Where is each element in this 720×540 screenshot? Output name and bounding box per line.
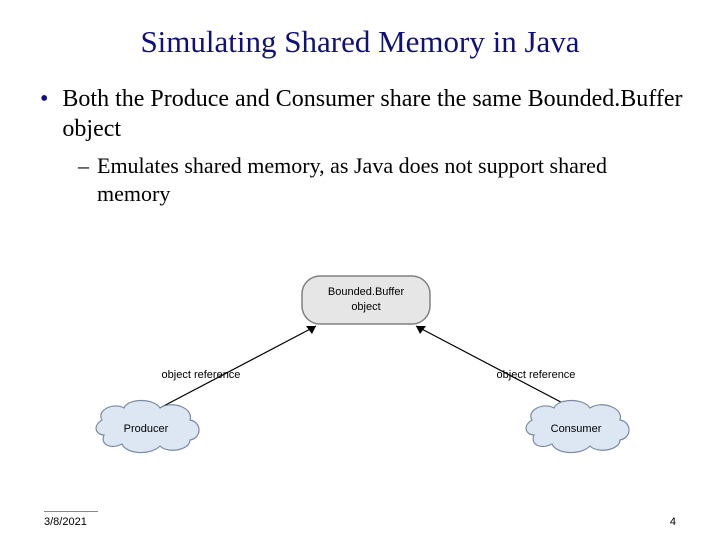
bullet-text: Both the Produce and Consumer share the … <box>62 84 684 144</box>
svg-text:object: object <box>351 301 380 313</box>
footer-date: 3/8/2021 <box>44 516 87 528</box>
diagram-top-line2: object <box>351 301 380 313</box>
slide-footer: 3/8/2021 4 <box>0 516 720 528</box>
sub-bullet-item: – Emulates shared memory, as Java does n… <box>78 152 684 208</box>
svg-text:Bounded.Buffer: Bounded.Buffer <box>328 286 405 298</box>
footer-page: 4 <box>670 516 676 528</box>
diagram-svg: Bounded.Buffer object object reference o… <box>86 270 646 470</box>
diagram-top-line1: Bounded.Buffer <box>328 286 405 298</box>
slide-content: • Both the Produce and Consumer share th… <box>0 60 720 208</box>
arrow-left-label: object reference <box>162 369 241 381</box>
bullet-item: • Both the Produce and Consumer share th… <box>36 84 684 144</box>
producer-label: Producer <box>124 423 169 435</box>
dash-icon: – <box>78 152 89 180</box>
arrow-right-label: object reference <box>497 369 576 381</box>
consumer-label: Consumer <box>551 423 602 435</box>
producer-cloud: Producer <box>96 401 199 453</box>
slide-title: Simulating Shared Memory in Java <box>0 0 720 60</box>
bullet-icon: • <box>40 84 48 114</box>
sub-bullet-text: Emulates shared memory, as Java does not… <box>97 152 684 208</box>
consumer-cloud: Consumer <box>526 401 629 453</box>
footer-divider <box>44 511 98 512</box>
